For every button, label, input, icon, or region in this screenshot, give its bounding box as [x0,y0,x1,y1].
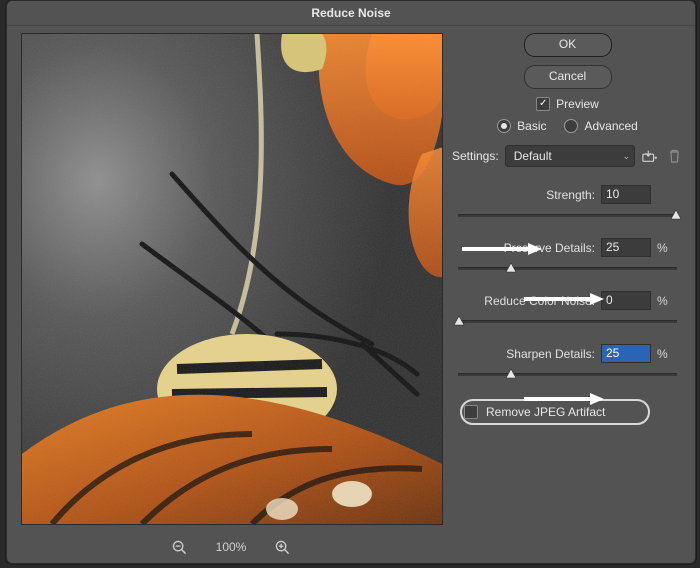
zoom-level: 100% [216,540,247,554]
preview-checkbox[interactable] [536,97,550,111]
radio-advanced[interactable] [564,119,578,133]
mode-basic[interactable]: Basic [497,119,546,133]
preserve-details-group: Preserve Details: 25 % [454,238,681,275]
cancel-button[interactable]: Cancel [524,65,612,89]
preserve-details-pct: % [657,241,671,255]
zoom-out-icon[interactable] [172,539,188,555]
preview-label: Preview [556,97,599,111]
strength-label: Strength: [546,188,595,202]
dialog-body: 100% OK Cancel Preview Basic Advanced [7,25,695,563]
mode-advanced-label: Advanced [584,119,637,133]
save-preset-icon[interactable] [641,147,659,165]
mode-advanced[interactable]: Advanced [564,119,637,133]
mode-basic-label: Basic [517,119,546,133]
strength-group: Strength: 10 [454,185,681,222]
remove-jpeg-artifact-row: Remove JPEG Artifact [460,399,650,425]
sharpen-details-pct: % [657,347,671,361]
zoom-bar: 100% [21,533,441,561]
reduce-color-noise-label: Reduce Color Noise: [484,294,595,308]
ok-button[interactable]: OK [524,33,612,57]
remove-jpeg-artifact-label: Remove JPEG Artifact [486,405,605,419]
reduce-color-noise-pct: % [657,294,671,308]
chevron-down-icon: ⌄ [622,151,630,162]
reduce-color-noise-group: Reduce Color Noise: 0 % [454,291,681,328]
sharpen-details-group: Sharpen Details: 25 % [454,344,681,381]
sharpen-details-value[interactable]: 25 [601,344,651,363]
zoom-in-icon[interactable] [274,539,290,555]
window-title: Reduce Noise [7,1,695,26]
remove-jpeg-artifact-checkbox[interactable] [464,405,478,419]
settings-row: Settings: Default ⌄ [452,145,683,167]
preserve-details-value[interactable]: 25 [601,238,651,257]
preserve-details-label: Preserve Details: [504,241,595,255]
settings-preset-dropdown[interactable]: Default ⌄ [505,145,635,167]
trash-icon [665,147,683,165]
sharpen-details-slider[interactable] [454,367,681,381]
radio-basic[interactable] [497,119,511,133]
preview-toggle-row: Preview [452,97,683,111]
reduce-color-noise-value[interactable]: 0 [601,291,651,310]
reduce-noise-dialog: Reduce Noise [6,0,696,564]
sharpen-details-label: Sharpen Details: [506,347,595,361]
settings-label: Settings: [452,149,499,163]
preview-image[interactable] [21,33,443,525]
settings-preset-value: Default [514,149,552,163]
strength-slider[interactable] [454,208,681,222]
reduce-color-noise-slider[interactable] [454,314,681,328]
preserve-details-slider[interactable] [454,261,681,275]
controls-panel: OK Cancel Preview Basic Advanced Setting… [452,33,683,551]
mode-row: Basic Advanced [452,119,683,133]
strength-value[interactable]: 10 [601,185,651,204]
